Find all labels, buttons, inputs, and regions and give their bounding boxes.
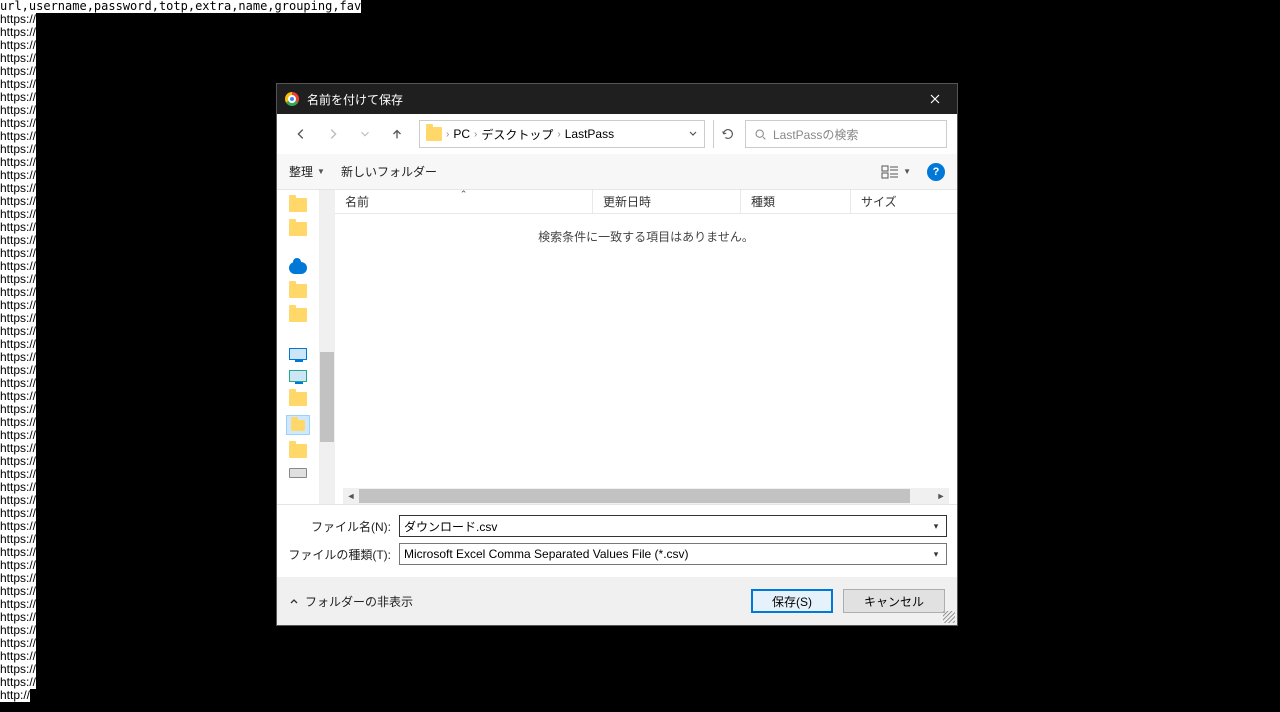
file-browser-body: ⌃名前 更新日時 種類 サイズ 検索条件に一致する項目はありません。 ◄ ► [277, 190, 957, 505]
drive-icon[interactable] [289, 468, 307, 478]
dialog-footer: フォルダーの非表示 保存(S) キャンセル [277, 577, 957, 625]
cancel-button[interactable]: キャンセル [843, 589, 945, 613]
scroll-right-icon[interactable]: ► [933, 488, 949, 504]
file-list: ⌃名前 更新日時 種類 サイズ 検索条件に一致する項目はありません。 ◄ ► [335, 190, 957, 504]
file-inputs: ファイル名(N): ダウンロード.csv ▾ ファイルの種類(T): Micro… [277, 505, 957, 577]
tree-folder-icon[interactable] [289, 198, 307, 212]
search-placeholder: LastPassの検索 [773, 126, 858, 143]
sort-caret-icon: ⌃ [460, 189, 468, 200]
folder-icon [426, 127, 442, 141]
chevron-down-icon[interactable]: ▾ [928, 518, 944, 534]
tree-folder-icon[interactable] [289, 444, 307, 458]
filetype-label: ファイルの種類(T): [287, 546, 399, 563]
column-type[interactable]: 種類 [741, 190, 851, 213]
hide-folders-toggle[interactable]: フォルダーの非表示 [289, 593, 413, 610]
back-button[interactable] [287, 120, 315, 148]
address-dropdown[interactable] [688, 127, 698, 141]
toolbar: 整理▼ 新しいフォルダー ▼ ? [277, 154, 957, 190]
filetype-select[interactable]: Microsoft Excel Comma Separated Values F… [399, 543, 947, 565]
tree-folder-selected[interactable] [287, 416, 309, 434]
resize-grip[interactable] [943, 611, 955, 623]
list-header: ⌃名前 更新日時 種類 サイズ [335, 190, 957, 214]
scrollbar-thumb[interactable] [359, 489, 910, 503]
folder-tree[interactable] [277, 190, 335, 504]
chevron-down-icon[interactable]: ▾ [928, 546, 944, 562]
chevron-right-icon: › [474, 129, 477, 140]
help-button[interactable]: ? [927, 163, 945, 181]
filename-input[interactable]: ダウンロード.csv ▾ [399, 515, 947, 537]
background-csv-header: url,username,password,totp,extra,name,gr… [0, 0, 361, 13]
organize-menu[interactable]: 整理▼ [289, 163, 325, 180]
pc-icon[interactable] [289, 348, 307, 360]
forward-button[interactable] [319, 120, 347, 148]
scroll-left-icon[interactable]: ◄ [343, 488, 359, 504]
breadcrumb-folder[interactable]: LastPass [565, 127, 614, 141]
column-name[interactable]: ⌃名前 [335, 190, 593, 213]
chevron-up-icon [289, 596, 299, 606]
breadcrumb-desktop[interactable]: デスクトップ [481, 126, 553, 143]
onedrive-icon[interactable] [289, 262, 307, 274]
address-bar[interactable]: › PC › デスクトップ › LastPass [419, 120, 705, 148]
dialog-title: 名前を付けて保存 [307, 91, 912, 108]
view-icon [881, 165, 899, 179]
chrome-icon [285, 92, 299, 106]
horizontal-scrollbar[interactable]: ◄ ► [343, 488, 949, 504]
chevron-right-icon: › [557, 129, 560, 140]
chevron-right-icon: › [446, 129, 449, 140]
column-date[interactable]: 更新日時 [593, 190, 741, 213]
background-url-lines: https://https://https://https://https://… [0, 13, 36, 702]
save-button[interactable]: 保存(S) [751, 589, 833, 613]
refresh-button[interactable] [713, 120, 741, 148]
search-input[interactable]: LastPassの検索 [745, 120, 947, 148]
tree-folder-icon[interactable] [289, 222, 307, 236]
close-icon [930, 94, 940, 104]
scrollbar-thumb[interactable] [320, 352, 334, 442]
close-button[interactable] [912, 84, 957, 114]
recent-dropdown[interactable] [351, 120, 379, 148]
tree-scrollbar[interactable] [319, 190, 335, 504]
empty-message: 検索条件に一致する項目はありません。 [335, 214, 957, 259]
navigation-row: › PC › デスクトップ › LastPass LastPassの検索 [277, 114, 957, 154]
tree-folder-icon[interactable] [289, 308, 307, 322]
tree-folder-icon[interactable] [289, 392, 307, 406]
search-icon [754, 128, 767, 141]
titlebar: 名前を付けて保存 [277, 84, 957, 114]
view-options[interactable]: ▼ [881, 165, 911, 179]
column-size[interactable]: サイズ [851, 190, 957, 213]
tree-item-icon[interactable] [289, 370, 307, 382]
new-folder-button[interactable]: 新しいフォルダー [341, 163, 437, 180]
save-as-dialog: 名前を付けて保存 › PC › デスクトップ › LastPass LastPa… [276, 83, 958, 626]
up-button[interactable] [383, 120, 411, 148]
tree-folder-icon[interactable] [289, 284, 307, 298]
breadcrumb-pc[interactable]: PC [453, 127, 470, 141]
filename-label: ファイル名(N): [287, 518, 399, 535]
